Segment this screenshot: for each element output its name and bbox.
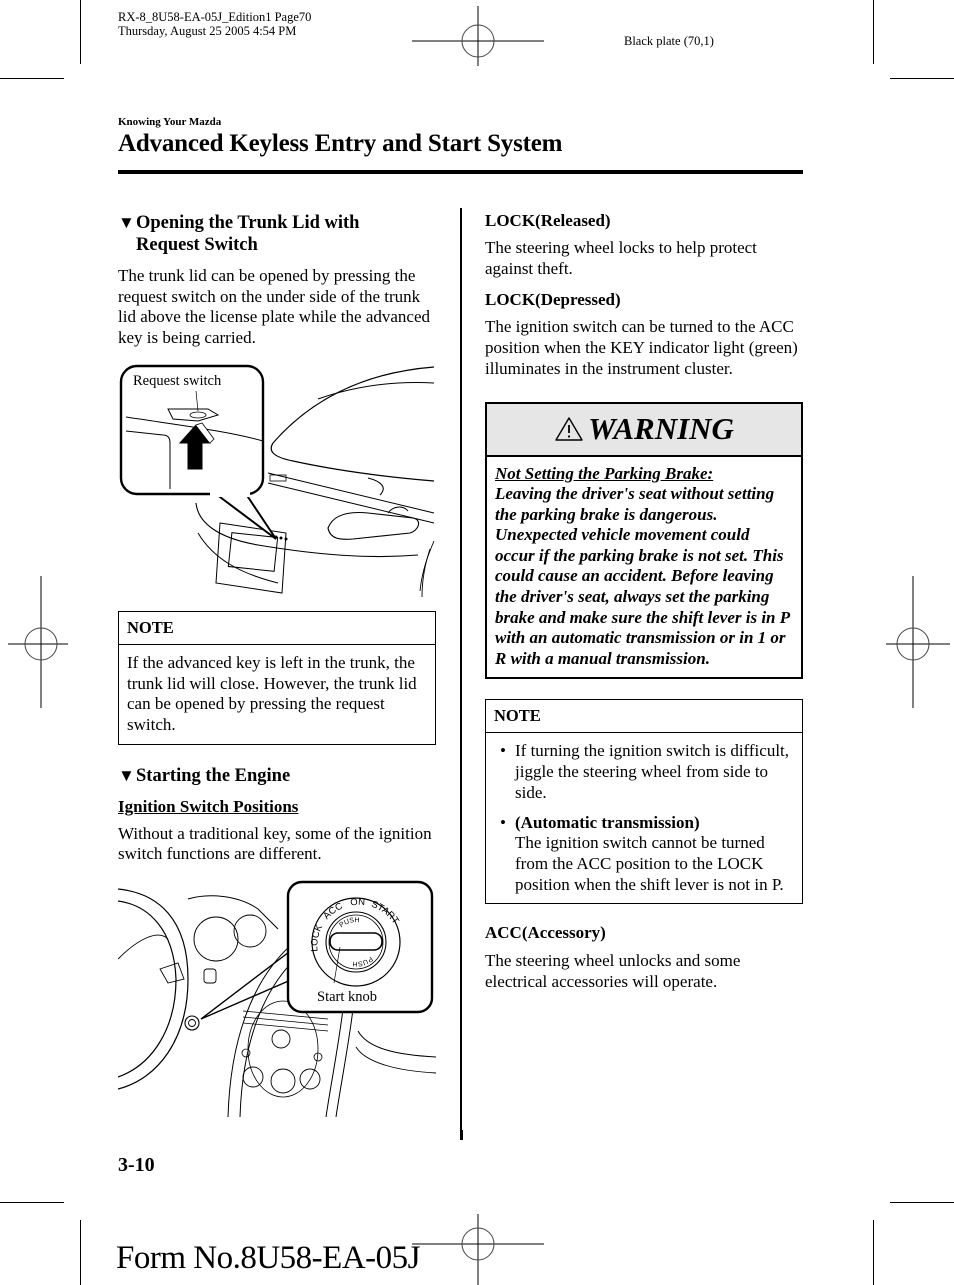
trunk-drawing	[119, 364, 435, 597]
crop-mark-bottom-left-vertical	[80, 1220, 81, 1285]
warning-triangle-icon	[555, 417, 583, 441]
form-number: Form No.8U58-EA-05J	[116, 1240, 420, 1276]
note-item-lead: (Automatic transmission)	[515, 812, 700, 832]
start-knob-callout: Start knob	[317, 989, 378, 1006]
registration-tick-bottom-center	[462, 1130, 463, 1140]
column-divider	[460, 208, 462, 1140]
ignition-body: Without a traditional key, some of the i…	[118, 823, 432, 864]
lock-released-body: The steering wheel locks to help protect…	[485, 238, 757, 278]
ignition-note-box: NOTE • If turning the ignition switch is…	[485, 699, 803, 905]
section-label: Knowing Your Mazda	[118, 116, 222, 128]
note-item-text: The ignition switch cannot be turned fro…	[515, 833, 784, 894]
note-body: If the advanced key is left in the trunk…	[127, 652, 417, 734]
warning-title: WARNING	[588, 411, 734, 447]
crop-mark-top-left-vertical	[80, 0, 81, 64]
bullet-icon: •	[500, 741, 506, 761]
note-item-text: If turning the ignition switch is diffic…	[515, 741, 790, 802]
note-item: • If turning the ignition switch is diff…	[494, 741, 794, 803]
section-triangle-icon: ▼	[118, 213, 135, 232]
lock-depressed-heading: LOCK(Depressed)	[485, 290, 621, 310]
trunk-heading: ▼Opening the Trunk Lid with Request Switc…	[118, 212, 436, 256]
request-switch-callout: Request switch	[133, 372, 222, 389]
warning-header: WARNING	[487, 403, 801, 457]
trunk-note-box: NOTE If the advanced key is left in the …	[118, 610, 436, 745]
left-column: ▼Opening the Trunk Lid with Request Switc…	[118, 212, 436, 1118]
note-heading: NOTE	[119, 612, 435, 645]
crop-mark-bottom-right-vertical	[873, 1220, 874, 1285]
print-job-info: RX-8_8U58-EA-05J_Edition1 Page70 Thursda…	[118, 10, 311, 38]
print-date-line: Thursday, August 25 2005 4:54 PM	[118, 24, 297, 38]
note-list: • If turning the ignition switch is diff…	[494, 741, 794, 895]
trunk-body: The trunk lid can be opened by pressing …	[118, 266, 431, 348]
lock-released-heading: LOCK(Released)	[485, 211, 611, 230]
ignition-subheading: Ignition Switch Positions	[118, 796, 299, 816]
registration-mark-top	[412, 6, 544, 66]
crop-mark-bottom-left-horizontal	[0, 1202, 64, 1203]
warning-body: Not Setting the Parking Brake: Leaving t…	[487, 457, 801, 678]
registration-mark-right	[886, 576, 950, 708]
right-column: LOCK(Released) The steering wheel locks …	[485, 211, 803, 993]
trunk-illustration: Request switch	[118, 363, 436, 599]
registration-mark-left	[8, 576, 68, 708]
warning-box: WARNING Not Setting the Parking Brake: L…	[485, 401, 803, 680]
section-triangle-icon: ▼	[118, 765, 135, 785]
engine-heading-text: Starting the Engine	[136, 765, 291, 786]
registration-mark-bottom	[412, 1214, 544, 1285]
trunk-heading-line1: Opening the Trunk Lid with	[136, 213, 360, 233]
print-job-line: RX-8_8U58-EA-05J_Edition1 Page70	[118, 10, 312, 24]
warning-text: Leaving the driver's seat without settin…	[495, 484, 790, 668]
crop-mark-top-left-horizontal	[0, 78, 64, 79]
bullet-icon: •	[500, 812, 506, 832]
note-heading: NOTE	[486, 700, 802, 734]
page-number: 3-10	[118, 1154, 155, 1176]
plate-label: Black plate (70,1)	[624, 34, 714, 48]
acc-heading: ACC(Accessory)	[485, 923, 606, 943]
ignition-illustration: LOCKACC ON START PUSH PUSH Start knob	[118, 879, 436, 1118]
ignition-drawing: LOCKACC ON START PUSH PUSH	[118, 880, 436, 1118]
note-item: • (Automatic transmission) The ignition …	[494, 813, 794, 896]
warning-lead: Not Setting the Parking Brake:	[495, 463, 714, 483]
engine-heading: ▼Starting the Engine	[118, 765, 436, 787]
acc-body: The steering wheel unlocks and some elec…	[485, 951, 741, 992]
title-rule	[118, 170, 803, 174]
page-title: Advanced Keyless Entry and Start System	[118, 130, 563, 157]
lock-depressed-body: The ignition switch can be turned to the…	[485, 317, 798, 378]
crop-mark-top-right-horizontal	[890, 78, 954, 79]
crop-mark-bottom-right-horizontal	[890, 1202, 954, 1203]
trunk-heading-line2: Request Switch	[136, 235, 258, 255]
crop-mark-top-right-vertical	[873, 0, 874, 64]
note-body: • If turning the ignition switch is diff…	[486, 733, 802, 903]
